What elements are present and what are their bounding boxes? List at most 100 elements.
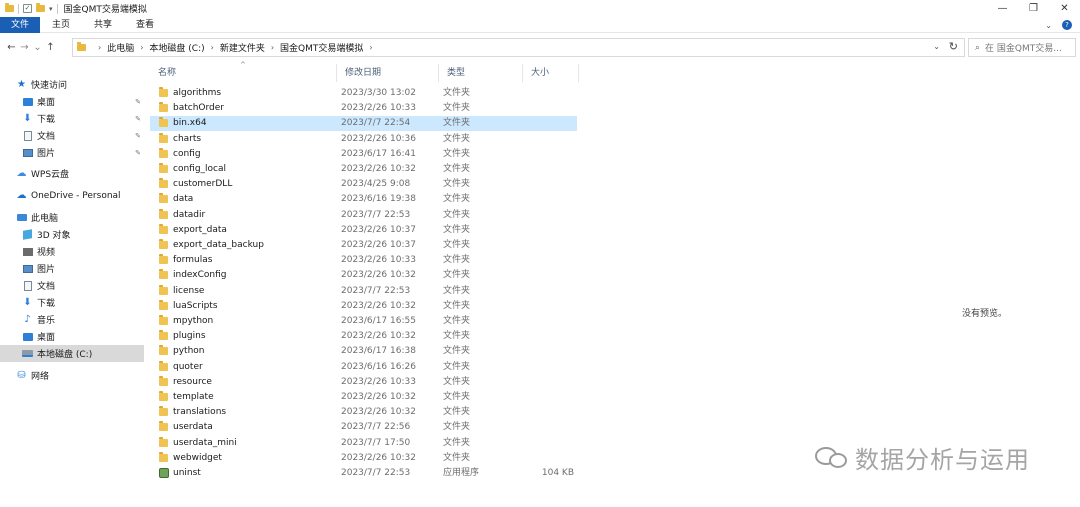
table-row[interactable]: python 2023/6/17 16:38 文件夹 — [150, 344, 577, 359]
sidebar-item-documents[interactable]: 文档 ✎ — [0, 127, 144, 144]
breadcrumb-new-folder[interactable]: 新建文件夹 — [220, 41, 265, 54]
pin-icon[interactable]: ✎ — [135, 149, 141, 157]
file-name: export_data_backup — [173, 240, 264, 250]
file-name: bin.x64 — [173, 118, 207, 129]
search-input[interactable]: ⌕ 在 国金QMT交易... — [968, 38, 1076, 57]
table-row[interactable]: config_local 2023/2/26 10:32 文件夹 — [150, 162, 577, 177]
chevron-right-icon[interactable]: › — [271, 43, 274, 52]
table-row[interactable]: userdata 2023/7/7 22:56 文件夹 — [150, 420, 577, 435]
breadcrumb-local-disk[interactable]: 本地磁盘 (C:) — [149, 41, 204, 54]
chevron-right-icon[interactable]: › — [98, 43, 101, 52]
table-row[interactable]: webwidget 2023/2/26 10:32 文件夹 — [150, 451, 577, 466]
sidebar-item-pc-downloads[interactable]: ⬇ 下载 — [0, 294, 144, 311]
table-row[interactable]: template 2023/2/26 10:32 文件夹 — [150, 390, 577, 405]
tab-view[interactable]: 查看 — [124, 17, 166, 33]
chevron-right-icon[interactable]: › — [140, 43, 143, 52]
sidebar-item-desktop[interactable]: 桌面 ✎ — [0, 93, 144, 110]
file-date: 2023/7/7 22:53 — [341, 285, 411, 296]
table-row[interactable]: bin.x64 2023/7/7 22:54 文件夹 — [150, 116, 577, 132]
breadcrumb-this-pc[interactable]: 此电脑 — [107, 41, 134, 54]
sidebar-item-quick-access[interactable]: ★ 快速访问 — [0, 76, 144, 93]
column-header-date[interactable]: 修改日期 — [337, 64, 439, 82]
pin-icon[interactable]: ✎ — [135, 98, 141, 106]
sidebar-item-pictures[interactable]: 图片 ✎ — [0, 144, 144, 161]
sidebar-item-onedrive[interactable]: ☁ OneDrive - Personal — [0, 187, 144, 204]
tab-home[interactable]: 主页 — [40, 17, 82, 33]
table-row[interactable]: customerDLL 2023/4/25 9:08 文件夹 — [150, 177, 577, 192]
table-row[interactable]: luaScripts 2023/2/26 10:32 文件夹 — [150, 299, 577, 314]
cloud-icon: ☁ — [16, 168, 27, 179]
sidebar-item-label: 文档 — [37, 132, 56, 142]
video-icon — [22, 247, 33, 257]
table-row[interactable]: quoter 2023/6/16 16:26 文件夹 — [150, 360, 577, 375]
sidebar-item-pc-desktop[interactable]: 桌面 — [0, 328, 144, 345]
file-date: 2023/4/25 9:08 — [341, 179, 411, 190]
table-row[interactable]: plugins 2023/2/26 10:32 文件夹 — [150, 329, 577, 344]
new-folder-icon[interactable] — [36, 3, 45, 12]
up-arrow-icon[interactable]: ↑ — [44, 42, 57, 53]
file-size — [524, 299, 574, 314]
file-type: 文件夹 — [443, 407, 471, 418]
table-row[interactable]: algorithms 2023/3/30 13:02 文件夹 — [150, 86, 577, 101]
table-row[interactable]: resource 2023/2/26 10:33 文件夹 — [150, 375, 577, 390]
sidebar-item-pc-pictures[interactable]: 图片 — [0, 260, 144, 277]
file-type: 文件夹 — [443, 452, 471, 463]
file-date: 2023/2/26 10:32 — [341, 300, 416, 311]
pin-icon[interactable]: ✎ — [135, 132, 141, 140]
maximize-button[interactable]: ❐ — [1018, 0, 1049, 17]
column-header-size[interactable]: 大小 — [523, 64, 579, 82]
table-row[interactable]: license 2023/7/7 22:53 文件夹 — [150, 284, 577, 299]
back-arrow-icon[interactable]: ← — [5, 42, 18, 53]
table-row[interactable]: indexConfig 2023/2/26 10:32 文件夹 — [150, 268, 577, 283]
breadcrumb-qmt[interactable]: 国金QMT交易端模拟 — [280, 41, 363, 54]
table-row[interactable]: data 2023/6/16 19:38 文件夹 — [150, 192, 577, 207]
chevron-right-icon[interactable]: › — [369, 43, 372, 52]
column-header-type[interactable]: 类型 — [439, 64, 523, 82]
close-button[interactable]: ✕ — [1049, 0, 1080, 17]
sidebar-item-3d-objects[interactable]: 3D 对象 — [0, 226, 144, 243]
table-row[interactable]: batchOrder 2023/2/26 10:33 文件夹 — [150, 101, 577, 116]
picture-icon — [22, 148, 33, 158]
sidebar-item-wps-cloud[interactable]: ☁ WPS云盘 — [0, 165, 144, 182]
refresh-icon[interactable]: ↻ — [949, 40, 958, 53]
help-icon[interactable]: ? — [1062, 20, 1072, 30]
file-date: 2023/2/26 10:33 — [341, 255, 416, 266]
forward-arrow-icon[interactable]: → — [18, 42, 31, 53]
table-row[interactable]: export_data_backup 2023/2/26 10:37 文件夹 — [150, 238, 577, 253]
file-type: 文件夹 — [443, 376, 471, 387]
sidebar-item-music[interactable]: ♪ 音乐 — [0, 311, 144, 328]
properties-icon[interactable]: ✓ — [23, 4, 32, 13]
file-date: 2023/2/26 10:37 — [341, 224, 416, 235]
file-name: data — [173, 194, 194, 205]
navigation-bar: ← → ⌄ ↑ › 此电脑 › 本地磁盘 (C:) › 新建文件夹 › 国金QM… — [0, 36, 1080, 59]
table-row[interactable]: uninst 2023/7/7 22:53 应用程序 104 KB — [150, 466, 577, 481]
column-header-name[interactable]: 名称 — [150, 64, 337, 82]
table-row[interactable]: charts 2023/2/26 10:36 文件夹 — [150, 132, 577, 147]
tab-share[interactable]: 共享 — [82, 17, 124, 33]
sidebar-item-downloads[interactable]: ⬇ 下载 ✎ — [0, 110, 144, 127]
table-row[interactable]: datadir 2023/7/7 22:53 文件夹 — [150, 208, 577, 223]
sidebar-item-local-disk[interactable]: 本地磁盘 (C:) — [0, 345, 144, 362]
table-row[interactable]: translations 2023/2/26 10:32 文件夹 — [150, 405, 577, 420]
chevron-down-icon[interactable]: ⌄ — [933, 42, 940, 51]
folder-icon[interactable] — [5, 3, 14, 12]
chevron-right-icon[interactable]: › — [211, 43, 214, 52]
address-bar[interactable]: › 此电脑 › 本地磁盘 (C:) › 新建文件夹 › 国金QMT交易端模拟 ›… — [72, 38, 965, 57]
table-row[interactable]: userdata_mini 2023/7/7 17:50 文件夹 — [150, 436, 577, 451]
pin-icon[interactable]: ✎ — [135, 115, 141, 123]
sidebar-item-videos[interactable]: 视频 — [0, 243, 144, 260]
table-row[interactable]: config 2023/6/17 16:41 文件夹 — [150, 147, 577, 162]
table-row[interactable]: mpython 2023/6/17 16:55 文件夹 — [150, 314, 577, 329]
sidebar-item-network[interactable]: ⛁ 网络 — [0, 367, 144, 384]
sidebar-item-this-pc[interactable]: 此电脑 — [0, 209, 144, 226]
expand-ribbon-icon[interactable]: ⌄ — [1045, 21, 1052, 30]
recent-locations-chevron-icon[interactable]: ⌄ — [31, 42, 44, 53]
table-row[interactable]: export_data 2023/2/26 10:37 文件夹 — [150, 223, 577, 238]
file-size — [524, 314, 574, 329]
tab-file[interactable]: 文件 — [0, 16, 41, 33]
divider — [56, 3, 58, 14]
table-row[interactable]: formulas 2023/2/26 10:33 文件夹 — [150, 253, 577, 268]
chevron-down-icon[interactable]: ▾ — [49, 5, 53, 13]
minimize-button[interactable]: — — [987, 0, 1018, 17]
sidebar-item-pc-documents[interactable]: 文档 — [0, 277, 144, 294]
